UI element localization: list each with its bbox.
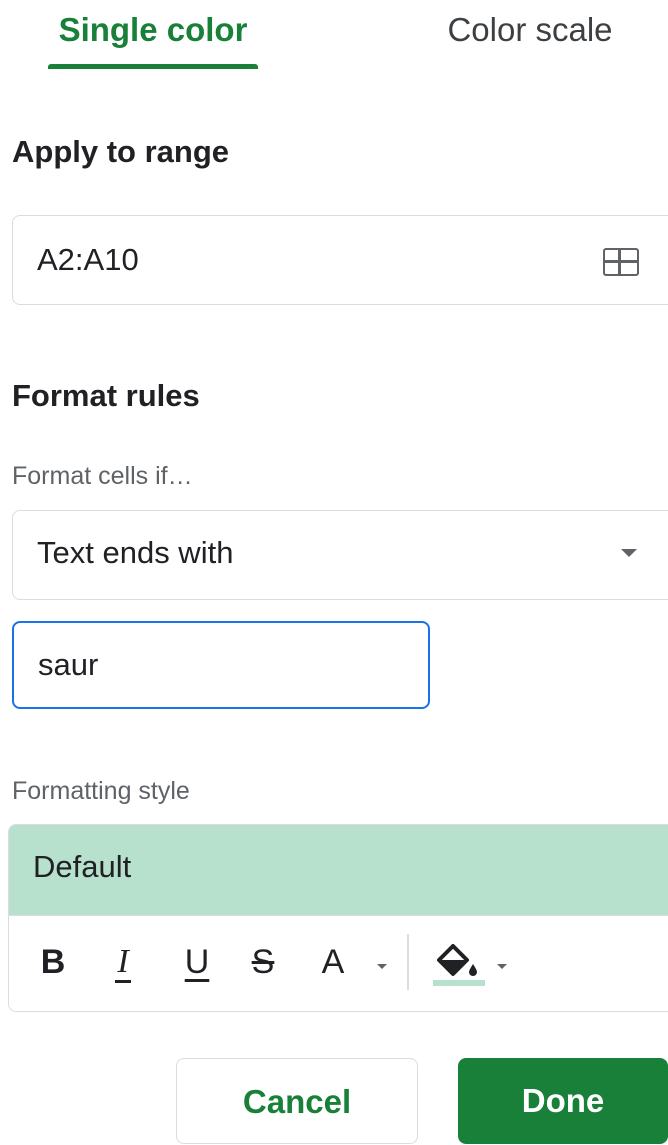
format-cells-if-label: Format cells if…: [12, 462, 193, 490]
range-input[interactable]: A2:A10: [12, 215, 668, 305]
underline-button[interactable]: U: [177, 938, 217, 986]
strikethrough-button[interactable]: S: [243, 938, 283, 986]
text-color-caret-icon[interactable]: [377, 964, 387, 969]
done-button[interactable]: Done: [458, 1058, 668, 1144]
condition-value-input[interactable]: saur: [12, 621, 430, 709]
select-range-grid-icon[interactable]: [603, 248, 639, 276]
dropdown-arrow-icon: [621, 549, 637, 557]
active-tab-indicator: [48, 64, 258, 69]
fill-color-caret-icon[interactable]: [497, 964, 507, 969]
format-rules-heading: Format rules: [12, 378, 200, 413]
apply-to-range-heading: Apply to range: [12, 134, 230, 169]
text-color-button[interactable]: A: [313, 938, 353, 986]
italic-button[interactable]: I: [103, 938, 143, 986]
style-preview-text: Default: [33, 849, 132, 884]
italic-icon: I: [115, 943, 131, 983]
formatting-style-panel: Default B I U S A: [8, 824, 668, 1012]
tab-color-scale[interactable]: Color scale: [420, 8, 640, 52]
bold-button[interactable]: B: [33, 938, 73, 986]
tab-single-color[interactable]: Single color: [48, 8, 258, 52]
fill-color-swatch: [433, 980, 485, 986]
condition-dropdown[interactable]: Text ends with: [12, 510, 668, 600]
range-value: A2:A10: [37, 242, 139, 277]
formatting-toolbar: B I U S A: [9, 915, 668, 1011]
style-preview[interactable]: Default: [9, 825, 668, 915]
cancel-button[interactable]: Cancel: [176, 1058, 418, 1144]
toolbar-divider: [407, 934, 409, 990]
condition-value: Text ends with: [37, 535, 234, 570]
condition-value-text: saur: [38, 647, 99, 682]
formatting-style-label: Formatting style: [12, 777, 190, 805]
